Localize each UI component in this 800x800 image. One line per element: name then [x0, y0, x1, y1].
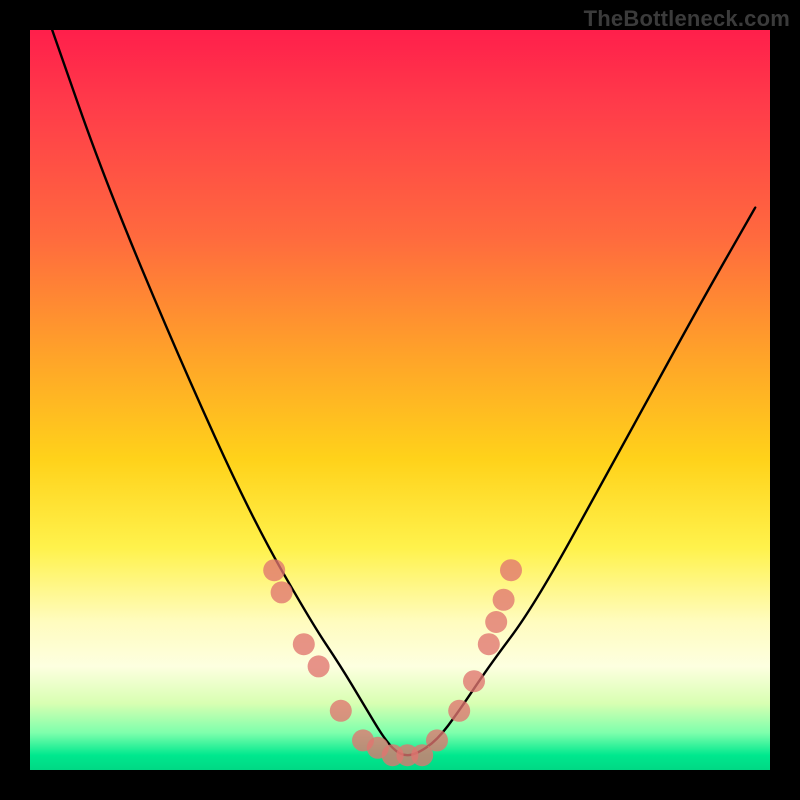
data-point — [463, 670, 485, 692]
data-point — [426, 729, 448, 751]
data-point — [448, 700, 470, 722]
data-point — [500, 559, 522, 581]
data-point — [293, 633, 315, 655]
chart-svg — [30, 30, 770, 770]
bottleneck-curve — [52, 30, 755, 755]
chart-stage: TheBottleneck.com — [0, 0, 800, 800]
data-point — [478, 633, 500, 655]
scatter-dots — [263, 559, 522, 766]
plot-area — [30, 30, 770, 770]
data-point — [263, 559, 285, 581]
attribution-text: TheBottleneck.com — [584, 6, 790, 32]
data-point — [485, 611, 507, 633]
data-point — [493, 589, 515, 611]
data-point — [308, 655, 330, 677]
data-point — [271, 581, 293, 603]
data-point — [330, 700, 352, 722]
